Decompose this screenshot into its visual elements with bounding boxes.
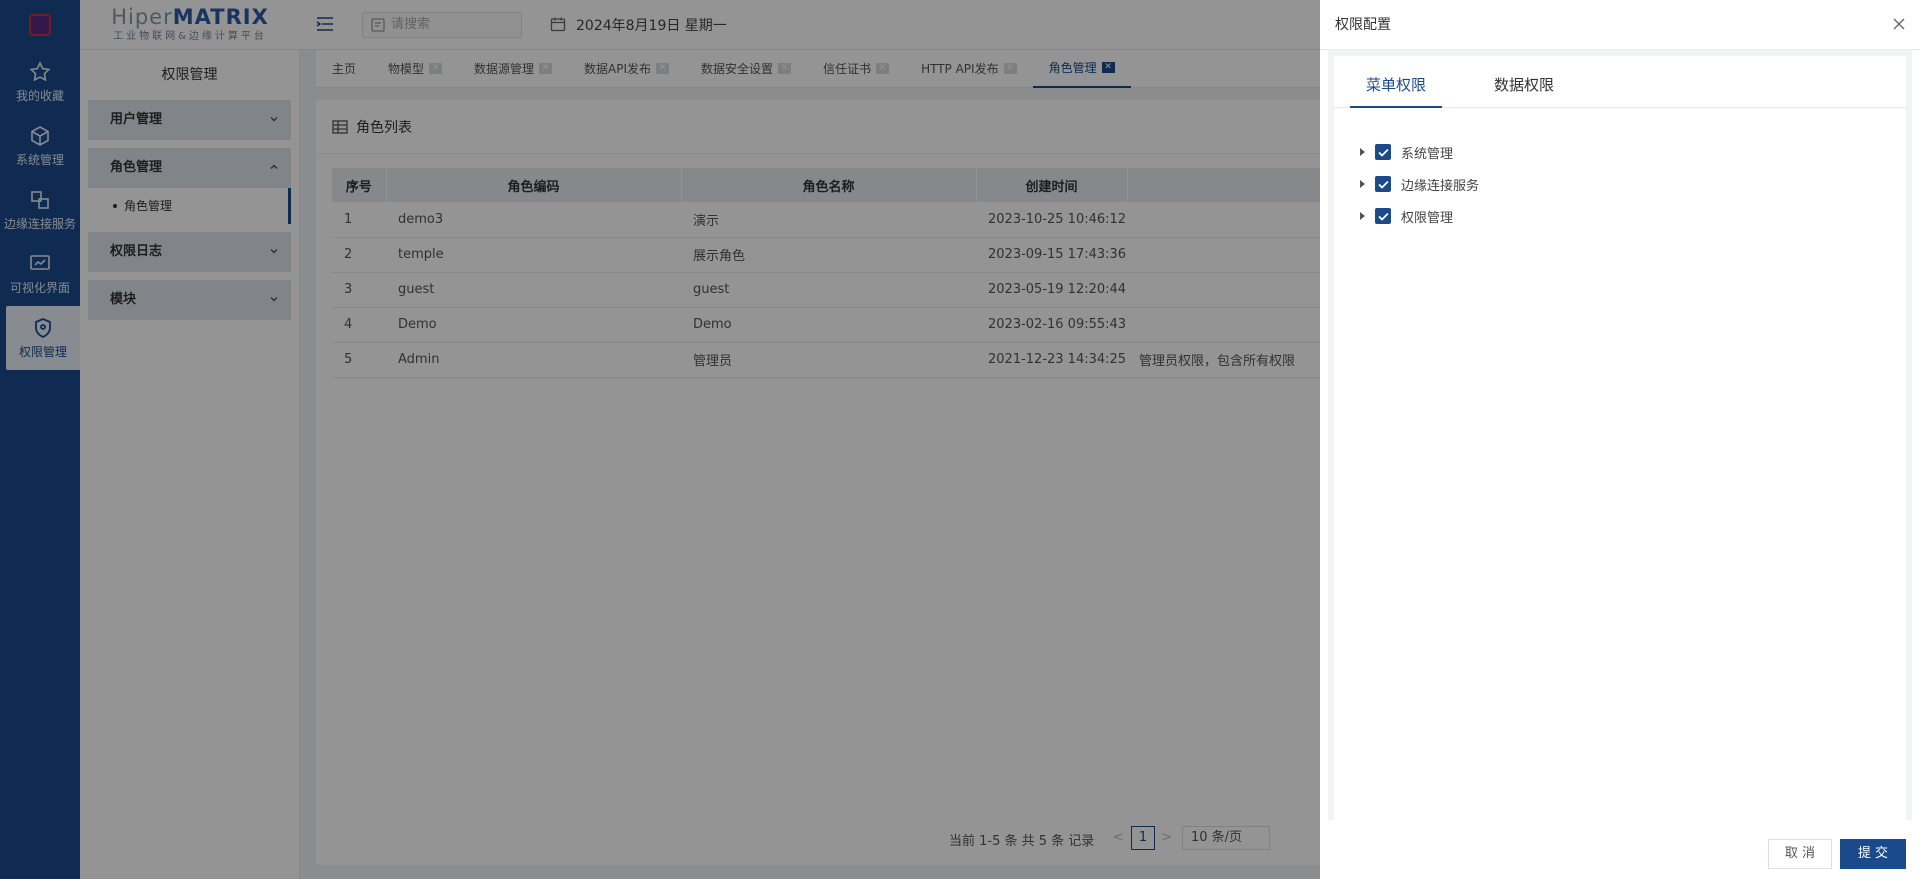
- tree-node-label: 权限管理: [1401, 210, 1454, 226]
- check-icon: [1377, 212, 1389, 221]
- submit-button[interactable]: 提 交: [1840, 839, 1906, 869]
- drawer-title: 权限配置: [1335, 17, 1391, 33]
- checkbox-edge[interactable]: [1375, 176, 1391, 192]
- checkbox-system[interactable]: [1375, 144, 1391, 160]
- tree-node-permission: 权限管理: [1360, 200, 1479, 232]
- cancel-button[interactable]: 取 消: [1768, 839, 1832, 869]
- drawer-tabs: 菜单权限 数据权限: [1334, 56, 1906, 108]
- tree-node-label: 边缘连接服务: [1401, 178, 1480, 194]
- check-icon: [1377, 180, 1389, 189]
- drawer-body: 菜单权限 数据权限 系统管理 边缘连接服务 权限管理: [1328, 50, 1912, 820]
- drawer-card: 菜单权限 数据权限 系统管理 边缘连接服务 权限管理: [1334, 56, 1906, 820]
- tree-node-edge: 边缘连接服务: [1360, 168, 1479, 200]
- checkbox-permission[interactable]: [1375, 208, 1391, 224]
- caret-right-icon[interactable]: [1360, 148, 1365, 156]
- close-icon[interactable]: [1892, 17, 1906, 31]
- active-tab-indicator: [1350, 106, 1442, 108]
- drawer-header: 权限配置: [1320, 0, 1920, 50]
- caret-right-icon[interactable]: [1360, 212, 1365, 220]
- tree-node-label: 系统管理: [1401, 146, 1454, 162]
- permission-tree: 系统管理 边缘连接服务 权限管理: [1360, 136, 1479, 232]
- permission-drawer: 权限配置 菜单权限 数据权限 系统管理 边缘连接服务 权限管理 取 消 提 交: [1320, 0, 1920, 879]
- caret-right-icon[interactable]: [1360, 180, 1365, 188]
- tab-menu-permission[interactable]: 菜单权限: [1366, 74, 1426, 95]
- tree-node-system: 系统管理: [1360, 136, 1479, 168]
- drawer-footer: 取 消 提 交: [1320, 829, 1920, 879]
- check-icon: [1377, 148, 1389, 157]
- tab-data-permission[interactable]: 数据权限: [1494, 74, 1554, 95]
